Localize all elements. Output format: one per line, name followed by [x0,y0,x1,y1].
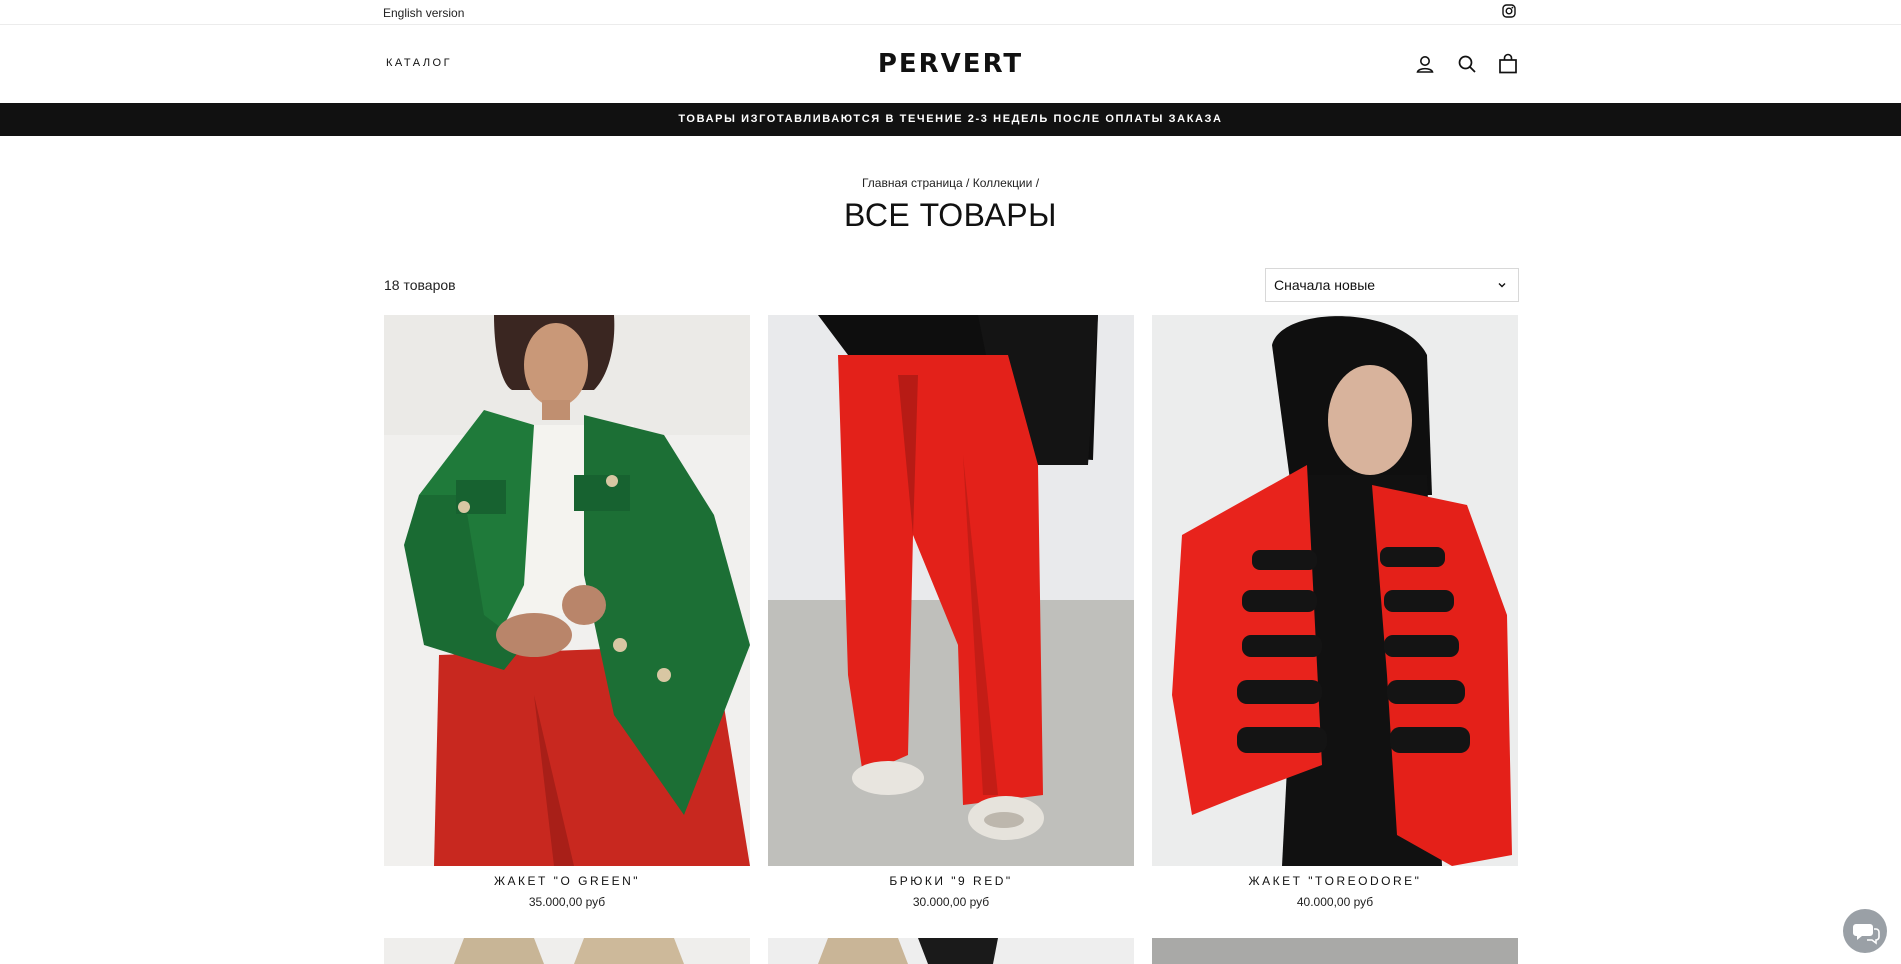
product-title[interactable]: БРЮКИ "9 RED" [768,874,1134,888]
breadcrumb: Главная страница / Коллекции / [0,176,1901,190]
breadcrumb-separator: / [966,176,970,190]
chevron-down-icon [1498,283,1506,288]
product-title[interactable]: ЖАКЕТ "TOREODORE" [1152,874,1518,888]
product-image[interactable] [384,938,750,964]
sort-selected-value: Сначала новые [1274,277,1376,293]
product-title[interactable]: ЖАКЕТ "O GREEN" [384,874,750,888]
utility-bar: English version [0,0,1901,25]
page-title: ВСЕ ТОВАРЫ [844,197,1057,233]
breadcrumb-separator: / [1035,176,1040,190]
breadcrumb-home-link[interactable]: Главная страница [862,176,963,190]
english-version-link[interactable]: English version [383,6,464,20]
product-image-toreodore-jacket[interactable] [1152,315,1518,866]
sort-select[interactable]: Сначала новые [1265,268,1519,302]
product-image[interactable] [768,938,1134,964]
breadcrumb-collections-link[interactable]: Коллекции [973,176,1033,190]
chat-button[interactable] [1843,909,1887,953]
cart-icon[interactable] [1497,53,1519,75]
product-price: 30.000,00 руб [912,895,990,909]
product-price: 35.000,00 руб [528,895,606,909]
account-icon[interactable] [1414,53,1436,75]
product-image-green-jacket[interactable] [384,315,750,866]
search-icon[interactable] [1456,53,1478,75]
product-count: 18 товаров [384,277,456,293]
product-price: 40.000,00 руб [1296,895,1374,909]
site-header: КАТАЛОГ PERVERT [0,25,1901,103]
product-image-red-trousers[interactable] [768,315,1134,866]
product-image[interactable] [1152,938,1518,964]
chat-icon [1853,924,1880,945]
site-logo[interactable]: PERVERT [0,49,1901,79]
announcement-bar: ТОВАРЫ ИЗГОТАВЛИВАЮТСЯ В ТЕЧЕНИЕ 2-3 НЕД… [0,103,1901,136]
instagram-icon[interactable] [1502,4,1516,18]
